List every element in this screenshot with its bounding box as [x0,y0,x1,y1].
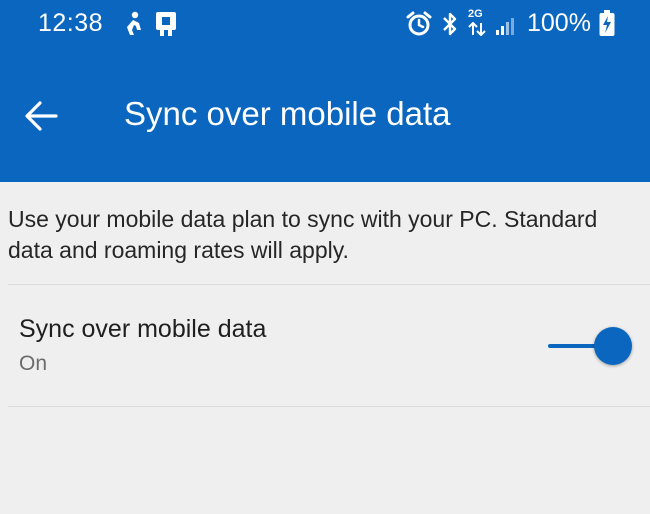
setting-status: On [19,352,48,375]
page-title: Sync over mobile data [124,95,451,132]
divider-top [8,284,650,285]
status-bar: 12:38 2G 100% [0,0,650,50]
setting-title: Sync over mobile data [19,315,267,343]
battery-charging-icon [599,10,615,36]
sync-toggle-switch[interactable] [548,327,634,367]
app-bar: 12:38 2G 100% Sync over mobile data [0,0,650,182]
signal-icon [496,18,514,35]
sync-over-mobile-data-row[interactable]: Sync over mobile data On [0,286,650,406]
settings-content: Use your mobile data plan to sync with y… [0,182,650,514]
steps-icon [127,11,141,35]
status-time: 12:38 [38,9,104,37]
toggle-thumb [594,327,632,365]
divider-bottom [8,406,650,407]
setting-description: Use your mobile data plan to sync with y… [8,206,598,263]
battery-percent: 100% [527,9,591,37]
alarm-icon [406,11,432,36]
notification-app-icon [156,12,176,36]
data-transfer-icon: 2G [466,8,488,38]
back-button[interactable] [20,96,64,136]
arrow-left-icon [25,101,58,131]
network-type-label: 2G [468,8,483,20]
bluetooth-icon [443,12,457,36]
